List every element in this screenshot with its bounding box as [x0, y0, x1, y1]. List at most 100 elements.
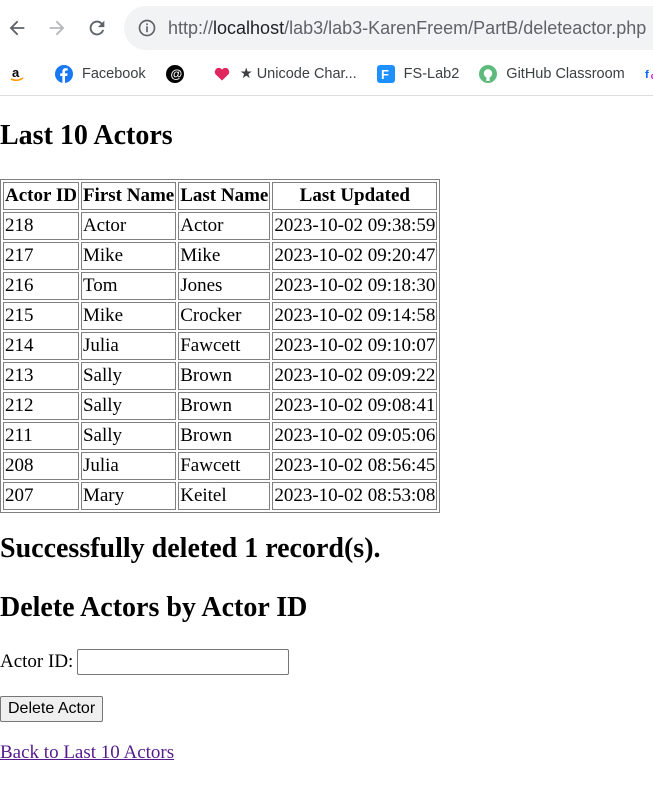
bookmark-threads[interactable]: @ — [165, 65, 193, 83]
reload-button[interactable] — [80, 10, 114, 46]
cell-last-updated: 2023-10-02 09:18:30 — [272, 272, 438, 300]
threads-icon: @ — [165, 65, 184, 83]
page-title: Last 10 Actors — [0, 120, 173, 151]
column-header-actor-id: Actor ID — [3, 182, 79, 210]
table-header-row: Actor ID First Name Last Name Last Updat… — [3, 182, 438, 210]
url-path: /lab3/lab3-KarenFreem/PartB/deleteactor.… — [284, 17, 647, 38]
cell-last-updated: 2023-10-02 08:53:08 — [272, 482, 438, 510]
svg-text:@: @ — [170, 67, 182, 81]
column-header-last-updated: Last Updated — [272, 182, 438, 210]
cell-last-updated: 2023-10-02 09:08:41 — [272, 392, 438, 420]
delete-section-title: Delete Actors by Actor ID — [0, 592, 308, 623]
back-to-last-10-actors-link[interactable]: Back to Last 10 Actors — [0, 742, 174, 764]
bookmarks-bar: a Facebook @ ★ Unicode Char... F FS-Lab2… — [0, 56, 653, 92]
forward-button[interactable] — [40, 10, 74, 46]
arrow-right-icon — [49, 20, 65, 36]
heart-icon — [213, 65, 231, 83]
cell-last-updated: 2023-10-02 09:05:06 — [272, 422, 438, 450]
cell-actor-id: 211 — [3, 422, 79, 450]
cell-actor-id: 208 — [3, 452, 79, 480]
table-row: 215 Mike Crocker 2023-10-02 09:14:58 — [3, 302, 438, 330]
navigation-bar: http://localhost/lab3/lab3-KarenFreem/Pa… — [0, 0, 653, 56]
cell-last-name: Actor — [178, 212, 271, 240]
cell-last-updated: 2023-10-02 09:20:47 — [272, 242, 438, 270]
cell-actor-id: 216 — [3, 272, 79, 300]
bookmark-fcc[interactable]: fcc — [645, 65, 653, 83]
back-button[interactable] — [0, 10, 34, 46]
table-row: 217 Mike Mike 2023-10-02 09:20:47 — [3, 242, 438, 270]
bookmark-label: GitHub Classroom — [506, 66, 625, 82]
cell-actor-id: 217 — [3, 242, 79, 270]
bookmark-fs-lab2[interactable]: F FS-Lab2 — [376, 65, 460, 83]
cell-last-name: Fawcett — [178, 452, 271, 480]
info-icon — [138, 19, 156, 37]
table-row: 211 Sally Brown 2023-10-02 09:05:06 — [3, 422, 438, 450]
reload-icon — [89, 20, 105, 36]
delete-actor-button[interactable]: Delete Actor — [0, 696, 104, 722]
actor-id-label: Actor ID: — [0, 651, 74, 672]
cell-last-updated: 2023-10-02 09:14:58 — [272, 302, 438, 330]
fs-icon: F — [376, 65, 395, 83]
cell-last-updated: 2023-10-02 09:09:22 — [272, 362, 438, 390]
bookmark-facebook[interactable]: Facebook — [55, 65, 146, 83]
cell-last-name: Brown — [178, 392, 271, 420]
bookmark-github-classroom[interactable]: GitHub Classroom — [479, 65, 625, 83]
cell-last-name: Fawcett — [178, 332, 271, 360]
svg-text:F: F — [381, 67, 389, 82]
url-host: localhost — [213, 17, 285, 38]
table-row: 216 Tom Jones 2023-10-02 09:18:30 — [3, 272, 438, 300]
table-row: 207 Mary Keitel 2023-10-02 08:53:08 — [3, 482, 438, 510]
svg-text:f: f — [645, 69, 649, 81]
cell-actor-id: 213 — [3, 362, 79, 390]
cell-first-name: Actor — [80, 212, 177, 240]
cell-last-updated: 2023-10-02 09:38:59 — [272, 212, 438, 240]
table-row: 218 Actor Actor 2023-10-02 09:38:59 — [3, 212, 438, 240]
cell-actor-id: 214 — [3, 332, 79, 360]
cell-actor-id: 207 — [3, 482, 79, 510]
github-icon — [479, 65, 498, 83]
actor-id-input[interactable] — [77, 649, 290, 675]
cell-last-name: Crocker — [178, 302, 271, 330]
fcc-icon: fcc — [645, 65, 653, 83]
cell-first-name: Sally — [80, 362, 177, 390]
cell-first-name: Sally — [80, 392, 177, 420]
success-message: Successfully deleted 1 record(s). — [0, 533, 381, 564]
cell-first-name: Julia — [80, 452, 177, 480]
bookmark-label: Facebook — [82, 66, 146, 82]
amazon-icon: a — [8, 65, 26, 83]
bookmark-unicode-char[interactable]: ★ Unicode Char... — [213, 65, 357, 83]
table-row: 213 Sally Brown 2023-10-02 09:09:22 — [3, 362, 438, 390]
column-header-last-name: Last Name — [178, 182, 271, 210]
table-row: 212 Sally Brown 2023-10-02 09:08:41 — [3, 392, 438, 420]
cell-first-name: Mike — [80, 242, 177, 270]
bookmark-amazon[interactable]: a — [8, 65, 35, 83]
cell-first-name: Mary — [80, 482, 177, 510]
cell-last-updated: 2023-10-02 08:56:45 — [272, 452, 438, 480]
address-bar[interactable]: http://localhost/lab3/lab3-KarenFreem/Pa… — [124, 6, 653, 50]
actor-id-form-row: Actor ID: — [0, 649, 290, 675]
actors-table: Actor ID First Name Last Name Last Updat… — [0, 179, 441, 513]
url-scheme: http:// — [168, 17, 214, 38]
cell-first-name: Mike — [80, 302, 177, 330]
facebook-icon — [55, 65, 73, 83]
browser-chrome: http://localhost/lab3/lab3-KarenFreem/Pa… — [0, 0, 653, 96]
bookmark-label: ★ Unicode Char... — [239, 66, 357, 82]
cell-last-name: Brown — [178, 422, 271, 450]
table-row: 208 Julia Fawcett 2023-10-02 08:56:45 — [3, 452, 438, 480]
bookmark-label: FS-Lab2 — [403, 66, 460, 82]
table-row: 214 Julia Fawcett 2023-10-02 09:10:07 — [3, 332, 438, 360]
cell-last-updated: 2023-10-02 09:10:07 — [272, 332, 438, 360]
cell-actor-id: 212 — [3, 392, 79, 420]
cell-last-name: Jones — [178, 272, 271, 300]
cell-first-name: Sally — [80, 422, 177, 450]
cell-first-name: Julia — [80, 332, 177, 360]
cell-last-name: Keitel — [178, 482, 271, 510]
column-header-first-name: First Name — [80, 182, 177, 210]
cell-last-name: Brown — [178, 362, 271, 390]
svg-text:a: a — [12, 65, 20, 80]
cell-actor-id: 218 — [3, 212, 79, 240]
cell-first-name: Tom — [80, 272, 177, 300]
cell-actor-id: 215 — [3, 302, 79, 330]
arrow-left-icon — [9, 20, 25, 36]
cell-last-name: Mike — [178, 242, 271, 270]
